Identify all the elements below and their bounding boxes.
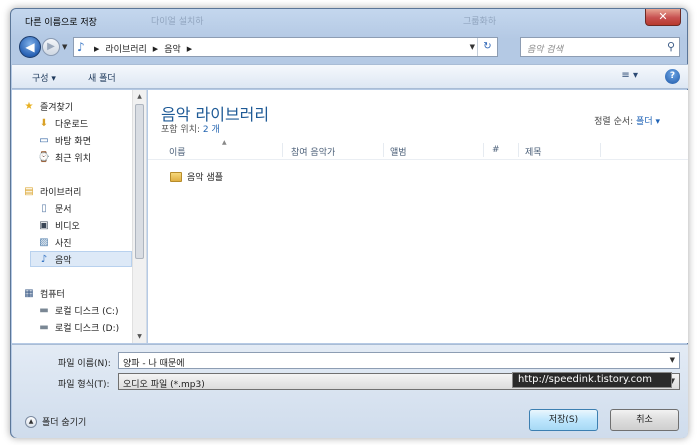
computer-icon: ▦ — [24, 287, 34, 299]
scroll-down-icon[interactable]: ▼ — [133, 330, 146, 343]
column-headers: ▲ 이름 참여 음악가 앨범 # 제목 — [148, 139, 688, 160]
column-divider[interactable] — [483, 143, 484, 157]
drive-icon: ▬ — [39, 321, 49, 333]
column-divider[interactable] — [518, 143, 519, 157]
list-item[interactable]: 음악 샘플 — [170, 170, 223, 183]
sidebar-item-libraries[interactable]: ▤ 라이브러리 — [22, 183, 142, 199]
chevron-right-icon: ▶ — [152, 44, 159, 53]
breadcrumb-item-music[interactable]: 음악 — [164, 42, 181, 55]
music-note-icon: ♪ — [77, 40, 85, 54]
recent-pages-dropdown[interactable]: ▼ — [62, 43, 67, 51]
column-divider[interactable] — [600, 143, 601, 157]
address-bar[interactable]: ♪ ▶ 라이브러리 ▶ 음악 ▶ ▼ ↻ — [73, 37, 498, 57]
list-item-name: 음악 샘플 — [187, 173, 223, 183]
column-header-title[interactable]: 제목 — [525, 145, 542, 158]
download-icon: ⬇ — [39, 117, 49, 129]
window-title: 다른 이름으로 저장 — [25, 18, 97, 28]
close-button[interactable]: ✕ — [645, 9, 681, 26]
save-button[interactable]: 저장(S) — [529, 409, 598, 431]
desktop-icon: ▭ — [39, 134, 49, 146]
close-icon: ✕ — [658, 10, 668, 23]
breadcrumb: ▶ 라이브러리 ▶ 음악 ▶ — [94, 42, 193, 56]
new-folder-button[interactable]: 새 폴더 — [88, 71, 116, 84]
drive-icon: ▬ — [39, 304, 49, 316]
arrow-left-icon: ◀ — [25, 40, 35, 54]
filename-field[interactable]: 양파 - 나 때문에 ▼ — [118, 352, 680, 369]
sidebar-item-label: 다운로드 — [55, 119, 89, 130]
refresh-icon: ↻ — [483, 41, 492, 52]
sort-label: 정렬 순서: — [594, 117, 634, 127]
ghost-text: 그룹화하 — [463, 17, 497, 27]
column-header-album[interactable]: 앨범 — [390, 145, 407, 158]
sort-control: 정렬 순서: 폴더 ▾ — [594, 114, 660, 127]
library-includes: 포함 위치: 2 개 — [161, 122, 220, 135]
sidebar-item-label: 라이브러리 — [40, 187, 82, 198]
scroll-up-icon[interactable]: ▲ — [133, 90, 146, 103]
sidebar-item-label: 음악 — [55, 255, 72, 266]
organize-menu[interactable]: 구성 ▾ — [32, 71, 56, 84]
picture-icon: ▨ — [39, 236, 49, 248]
file-list-pane: 음악 라이브러리 포함 위치: 2 개 정렬 순서: 폴더 ▾ ▲ 이름 참여 … — [148, 90, 688, 343]
filetype-value: 오디오 파일 (*.mp3) — [123, 380, 205, 390]
library-icon: ▤ — [24, 185, 34, 197]
column-divider[interactable] — [282, 143, 283, 157]
hide-folders-label: 폴더 숨기기 — [42, 418, 87, 428]
back-button[interactable]: ◀ — [19, 36, 41, 58]
search-box[interactable]: 음악 검색 ⚲ — [520, 37, 680, 57]
column-header-track-number[interactable]: # — [492, 145, 500, 155]
sidebar-item-local-disk-c[interactable]: ▬ 로컬 디스크 (C:) — [37, 302, 137, 318]
ghost-text: 다이얼 설치하 — [151, 17, 204, 27]
column-header-name[interactable]: 이름 — [169, 145, 186, 158]
sidebar-item-local-disk-d[interactable]: ▬ 로컬 디스크 (D:) — [37, 319, 137, 335]
filename-label: 파일 이름(N): — [58, 359, 111, 369]
chevron-up-icon: ▲ — [25, 415, 37, 428]
cancel-button[interactable]: 취소 — [610, 409, 679, 431]
music-note-icon: ♪ — [40, 253, 48, 265]
scroll-thumb[interactable] — [135, 104, 144, 259]
chevron-right-icon: ▶ — [94, 44, 100, 53]
video-icon: ▣ — [39, 219, 49, 231]
chevron-down-icon[interactable]: ▼ — [670, 356, 675, 364]
sort-by-dropdown[interactable]: 폴더 ▾ — [636, 117, 660, 127]
document-icon: ▯ — [41, 202, 47, 214]
sidebar-item-computer[interactable]: ▦ 컴퓨터 — [22, 285, 142, 301]
forward-button[interactable]: ▶ — [42, 38, 60, 56]
filetype-label: 파일 형식(T): — [58, 380, 110, 390]
command-bar: 구성 ▾ 새 폴더 ≡ ▾ ? — [12, 64, 688, 89]
navigation-pane: ★ 즐겨찾기 ⬇ 다운로드 ▭ 바탕 화면 ⌚ 최근 위치 ▤ 라이브러리 ▯ 문서 ▣ 비디… — [12, 90, 147, 343]
chevron-right-icon: ▶ — [186, 44, 193, 53]
sidebar-item-music[interactable]: ♪ 음악 — [30, 251, 132, 267]
includes-label: 포함 위치: — [161, 125, 201, 135]
star-icon: ★ — [24, 100, 34, 112]
arrow-right-icon: ▶ — [47, 41, 55, 52]
sidebar-item-label: 사진 — [55, 238, 72, 249]
recent-places-icon: ⌚ — [37, 151, 51, 163]
includes-locations-link[interactable]: 2 개 — [203, 125, 220, 135]
sidebar-item-label: 로컬 디스크 (C:) — [55, 306, 119, 317]
sidebar-item-label: 바탕 화면 — [55, 136, 91, 147]
address-dropdown-icon[interactable]: ▼ — [470, 43, 475, 51]
sidebar-item-label: 컴퓨터 — [40, 289, 65, 300]
column-header-artist[interactable]: 참여 음악가 — [291, 145, 335, 158]
search-input[interactable]: 음악 검색 — [527, 42, 563, 55]
sidebar-scrollbar[interactable]: ▲ ▼ — [132, 90, 146, 343]
sort-ascending-icon: ▲ — [222, 139, 227, 146]
help-icon[interactable]: ? — [665, 69, 680, 84]
sidebar-item-label: 로컬 디스크 (D:) — [55, 323, 120, 334]
sidebar-item-label: 최근 위치 — [55, 153, 91, 164]
hide-folders-button[interactable]: ▲ 폴더 숨기기 — [25, 415, 86, 428]
view-options-icon[interactable]: ≡ ▾ — [621, 70, 638, 81]
sidebar-item-label: 문서 — [55, 204, 72, 215]
filename-value: 양파 - 나 때문에 — [123, 359, 185, 369]
sidebar-item-favorites[interactable]: ★ 즐겨찾기 — [22, 98, 142, 114]
navigation-bar: ◀ ▶ ▼ ♪ ▶ 라이브러리 ▶ 음악 ▶ ▼ ↻ 음악 검색 ⚲ — [17, 35, 681, 61]
search-icon[interactable]: ⚲ — [667, 40, 675, 53]
sidebar-item-label: 즐겨찾기 — [40, 102, 74, 113]
watermark-url: http://speedink.tistory.com — [512, 372, 672, 388]
breadcrumb-item-library[interactable]: 라이브러리 — [105, 42, 146, 55]
refresh-button[interactable]: ↻ — [477, 38, 497, 56]
folder-icon — [170, 171, 182, 182]
sidebar-item-label: 비디오 — [55, 221, 80, 232]
column-divider[interactable] — [383, 143, 384, 157]
